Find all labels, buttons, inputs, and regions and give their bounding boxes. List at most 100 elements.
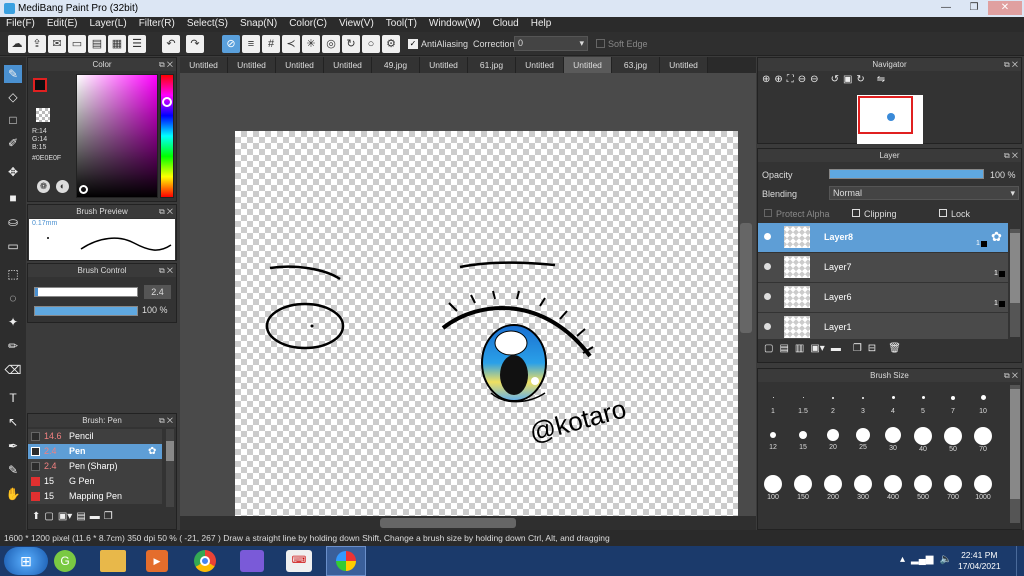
select-pen-tool-icon[interactable]: ✏ bbox=[4, 337, 22, 355]
lock-checkbox[interactable] bbox=[939, 209, 947, 217]
media-player-icon[interactable]: ▶ bbox=[146, 550, 168, 572]
scrollbar-thumb[interactable] bbox=[1010, 389, 1020, 499]
brush-item-pen-sharp[interactable]: 2.4 Pen (Sharp) bbox=[28, 459, 162, 474]
redo-icon[interactable]: ↷ bbox=[186, 35, 204, 53]
new-8bit-layer-icon[interactable]: ▥ bbox=[795, 343, 804, 354]
medibang-taskbar-button[interactable] bbox=[326, 546, 366, 576]
eyedropper-icon[interactable]: ✒ bbox=[4, 437, 22, 455]
brush-size-option[interactable]: 100 bbox=[758, 475, 788, 501]
menu-edit[interactable]: Edit(E) bbox=[41, 17, 84, 32]
drawing-canvas[interactable]: @kotaro bbox=[235, 131, 738, 516]
brush-size-option[interactable]: 200 bbox=[818, 475, 848, 501]
hand-tool-icon[interactable]: ✋ bbox=[4, 485, 22, 503]
menu-color[interactable]: Color(C) bbox=[283, 17, 333, 32]
keyboard-app-icon[interactable]: ⌨ bbox=[286, 550, 312, 572]
brush-size-value[interactable]: 2.4 bbox=[144, 285, 171, 299]
brush-size-option[interactable]: 20 bbox=[818, 427, 848, 451]
panel-controls-icon[interactable]: ⧉ ✕ bbox=[1004, 369, 1018, 382]
menu-snap[interactable]: Snap(N) bbox=[234, 17, 283, 32]
close-button[interactable]: ✕ bbox=[988, 1, 1022, 15]
rotate-right-icon[interactable]: ↻ bbox=[856, 74, 864, 85]
brush-item-mapping-pen[interactable]: 15 Mapping Pen bbox=[28, 489, 162, 504]
signal-icon[interactable]: ▂▄▆ bbox=[911, 554, 933, 565]
gear-icon[interactable]: ✿ bbox=[148, 444, 156, 459]
panel-controls-icon[interactable]: ⧉ ✕ bbox=[1004, 58, 1018, 71]
clock[interactable]: 22:41 PM 17/04/2021 bbox=[958, 550, 1001, 572]
tab-untitled[interactable]: Untitled bbox=[180, 57, 228, 73]
canvas-area[interactable]: @kotaro bbox=[180, 73, 756, 516]
gradation-tool-icon[interactable]: ▭ bbox=[4, 237, 22, 255]
operation-tool-icon[interactable]: ↖ bbox=[4, 413, 22, 431]
color-mixer-icon[interactable]: ◐ bbox=[56, 180, 69, 193]
antialias-checkbox[interactable]: ✓ bbox=[408, 39, 418, 49]
start-button[interactable]: ⊞ bbox=[4, 547, 48, 575]
show-desktop-button[interactable] bbox=[1016, 546, 1024, 576]
new-layer-icon[interactable]: ▢ bbox=[764, 343, 773, 354]
hue-slider[interactable] bbox=[160, 74, 174, 198]
radial-snap-icon[interactable]: ✳ bbox=[302, 35, 320, 53]
duplicate-layer-icon[interactable]: ❐ bbox=[853, 343, 862, 354]
brush-size-slider[interactable] bbox=[34, 287, 138, 297]
tab-61-jpg[interactable]: 61.jpg bbox=[468, 57, 516, 73]
visibility-icon[interactable] bbox=[764, 323, 771, 330]
scrollbar-thumb[interactable] bbox=[1010, 233, 1020, 303]
brush-size-option[interactable]: 1 bbox=[758, 389, 788, 415]
list-icon[interactable]: ☰ bbox=[128, 35, 146, 53]
panel-controls-icon[interactable]: ⧉ ✕ bbox=[159, 205, 173, 218]
chat-icon[interactable]: ▭ bbox=[68, 35, 86, 53]
game-app-icon[interactable] bbox=[240, 550, 264, 572]
scrollbar-thumb[interactable] bbox=[166, 441, 174, 461]
new-halftone-layer-icon[interactable]: ▤ bbox=[779, 343, 788, 354]
share-icon[interactable]: ⇪ bbox=[28, 35, 46, 53]
zoom-fit-icon[interactable]: ⊕ bbox=[774, 74, 782, 85]
bucket-tool-icon[interactable]: ⛀ bbox=[4, 213, 22, 231]
layer-row-layer1[interactable]: Layer1 bbox=[758, 313, 1008, 339]
layer-row-layer8[interactable]: Layer8 1 ✿ bbox=[758, 223, 1008, 253]
softedge-checkbox[interactable] bbox=[596, 39, 605, 48]
brush-size-option[interactable]: 4 bbox=[878, 389, 908, 415]
chrome-icon[interactable] bbox=[194, 550, 216, 572]
blending-select[interactable]: Normal ▾ bbox=[829, 186, 1019, 200]
navigator-viewport[interactable] bbox=[858, 96, 913, 134]
brush-size-option[interactable]: 50 bbox=[938, 427, 968, 453]
brush-size-option[interactable]: 30 bbox=[878, 427, 908, 452]
minimize-button[interactable]: — bbox=[932, 1, 960, 15]
hue-slider-handle[interactable] bbox=[162, 97, 172, 107]
dot-tool-icon[interactable]: □ bbox=[4, 111, 22, 129]
layer-row-layer7[interactable]: Layer7 1 bbox=[758, 253, 1008, 283]
clipping-checkbox[interactable] bbox=[852, 209, 860, 217]
tab-49-jpg[interactable]: 49.jpg bbox=[372, 57, 420, 73]
parallel-snap-icon[interactable]: ≡ bbox=[242, 35, 260, 53]
undo-icon[interactable]: ↶ bbox=[162, 35, 180, 53]
layer-opacity-slider[interactable] bbox=[829, 169, 984, 179]
cloud-icon[interactable]: ☁ bbox=[8, 35, 26, 53]
reset-view-icon[interactable]: ▣ bbox=[843, 74, 852, 85]
horizontal-scrollbar-thumb[interactable] bbox=[380, 518, 516, 528]
tab-untitled[interactable]: Untitled bbox=[228, 57, 276, 73]
select-eraser-icon[interactable]: ⌫ bbox=[4, 361, 22, 379]
tab-untitled-active[interactable]: Untitled bbox=[564, 57, 612, 73]
brush-item-g-pen[interactable]: 15 G Pen bbox=[28, 474, 162, 489]
magic-wand-icon[interactable]: ✦ bbox=[4, 313, 22, 331]
text-tool-icon[interactable]: T bbox=[4, 389, 22, 407]
brush-size-option[interactable]: 500 bbox=[908, 475, 938, 501]
primary-color-swatch[interactable] bbox=[33, 78, 47, 92]
tab-untitled[interactable]: Untitled bbox=[420, 57, 468, 73]
brush-size-option[interactable]: 700 bbox=[938, 475, 968, 501]
panel-controls-icon[interactable]: ⧉ ✕ bbox=[159, 264, 173, 277]
menu-help[interactable]: Help bbox=[525, 17, 558, 32]
file-explorer-icon[interactable] bbox=[100, 550, 126, 572]
brush-size-option[interactable]: 2 bbox=[818, 389, 848, 415]
panel-controls-icon[interactable]: ⧉ ✕ bbox=[159, 414, 173, 427]
brush-tool-icon[interactable]: ✎ bbox=[4, 65, 22, 83]
horizontal-scrollbar-track[interactable] bbox=[180, 516, 756, 530]
transparent-swatch[interactable] bbox=[36, 108, 50, 122]
menu-tool[interactable]: Tool(T) bbox=[380, 17, 423, 32]
menu-filter[interactable]: Filter(R) bbox=[133, 17, 181, 32]
merge-layer-icon[interactable]: ⊟ bbox=[868, 343, 876, 354]
brush-size-option[interactable]: 7 bbox=[938, 389, 968, 415]
brush-size-option[interactable]: 3 bbox=[848, 389, 878, 415]
snap-off-icon[interactable]: ⊘ bbox=[222, 35, 240, 53]
brush-size-option[interactable]: 400 bbox=[878, 475, 908, 501]
trash-icon[interactable]: 🗑 bbox=[888, 343, 901, 354]
